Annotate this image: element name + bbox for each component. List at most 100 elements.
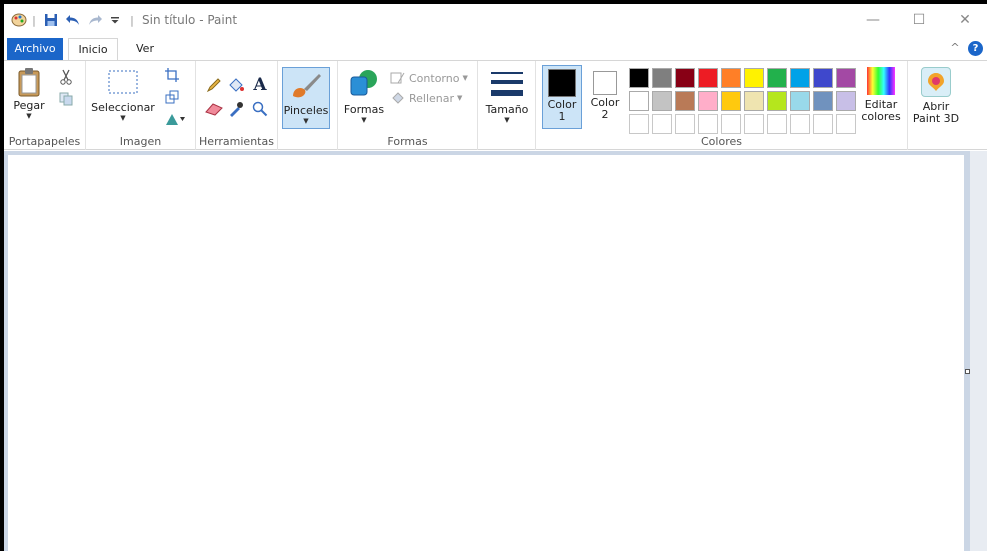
close-button[interactable]: ✕ bbox=[942, 4, 987, 36]
brush-icon bbox=[293, 74, 321, 98]
clipboard-group-label: Portapapeles bbox=[8, 135, 81, 148]
outline-label: Contorno bbox=[409, 71, 460, 85]
palette-color-swatch[interactable] bbox=[629, 68, 649, 88]
customize-quick-access-icon[interactable] bbox=[108, 12, 122, 28]
quick-access-separator: | bbox=[32, 13, 36, 27]
maximize-button[interactable]: ☐ bbox=[896, 4, 942, 36]
custom-color-slot[interactable] bbox=[652, 114, 672, 134]
edit-colors-label-2: colores bbox=[861, 110, 901, 123]
pencil-icon[interactable] bbox=[204, 75, 224, 95]
palette-color-swatch[interactable] bbox=[836, 91, 856, 111]
workspace bbox=[4, 151, 987, 551]
custom-color-slot[interactable] bbox=[675, 114, 695, 134]
brushes-dropdown-icon: ▼ bbox=[303, 117, 309, 125]
paste-dropdown-icon: ▼ bbox=[26, 112, 32, 120]
palette-color-swatch[interactable] bbox=[675, 91, 695, 111]
paint-app-icon[interactable] bbox=[10, 12, 28, 28]
ribbon: Pegar ▼ Portapapeles Seleccionar ▼ Image… bbox=[4, 60, 987, 150]
custom-color-slot[interactable] bbox=[813, 114, 833, 134]
palette-color-swatch[interactable] bbox=[767, 68, 787, 88]
fill-label: Rellenar bbox=[409, 91, 455, 105]
shapes-dropdown-icon: ▼ bbox=[361, 116, 367, 124]
drawing-canvas[interactable] bbox=[8, 155, 964, 551]
brushes-label: Pinceles bbox=[283, 104, 329, 117]
shapes-icon bbox=[350, 70, 377, 96]
text-tool-icon[interactable]: A bbox=[250, 75, 270, 95]
palette-color-swatch[interactable] bbox=[721, 91, 741, 111]
palette-color-swatch[interactable] bbox=[652, 91, 672, 111]
rotate-icon[interactable] bbox=[162, 109, 188, 129]
tab-inicio[interactable]: Inicio bbox=[68, 38, 118, 61]
color-palette bbox=[629, 68, 859, 134]
copy-icon[interactable] bbox=[56, 89, 76, 109]
tools-group-label: Herramientas bbox=[199, 135, 274, 148]
size-dropdown-icon: ▼ bbox=[504, 116, 510, 124]
palette-color-swatch[interactable] bbox=[744, 68, 764, 88]
paste-icon bbox=[18, 68, 40, 97]
colors-group-label: Colores bbox=[701, 135, 742, 148]
fill-button[interactable]: Rellenar ▼ bbox=[390, 91, 462, 105]
open-paint3d-label-2: Paint 3D bbox=[912, 112, 960, 125]
outline-button[interactable]: Contorno ▼ bbox=[390, 71, 468, 85]
custom-color-slot[interactable] bbox=[790, 114, 810, 134]
palette-color-swatch[interactable] bbox=[744, 91, 764, 111]
save-icon[interactable] bbox=[42, 12, 60, 28]
paint3d-group: Abrir Paint 3D bbox=[908, 61, 964, 150]
color1-button[interactable]: Color 1 bbox=[542, 65, 582, 129]
palette-color-swatch[interactable] bbox=[790, 91, 810, 111]
palette-color-swatch[interactable] bbox=[767, 91, 787, 111]
resize-icon[interactable] bbox=[162, 87, 182, 107]
palette-color-swatch[interactable] bbox=[698, 91, 718, 111]
collapse-ribbon-button[interactable]: ^ bbox=[948, 41, 962, 55]
custom-color-slot[interactable] bbox=[836, 114, 856, 134]
eraser-icon[interactable] bbox=[204, 99, 224, 119]
palette-color-swatch[interactable] bbox=[813, 91, 833, 111]
fill-bucket-icon[interactable] bbox=[226, 75, 246, 95]
shapes-button[interactable]: Formas ▼ bbox=[342, 69, 386, 124]
size-button[interactable]: Tamaño ▼ bbox=[482, 69, 532, 124]
ribbon-tabs: Archivo Inicio Ver ^ ? bbox=[4, 36, 987, 61]
color-picker-icon[interactable] bbox=[226, 99, 246, 119]
paint-window: | | Sin título - Paint — ☐ ✕ Archivo Ini… bbox=[4, 4, 987, 551]
cut-icon[interactable] bbox=[56, 67, 76, 87]
palette-color-swatch[interactable] bbox=[629, 91, 649, 111]
crop-icon[interactable] bbox=[162, 65, 182, 85]
undo-icon[interactable] bbox=[64, 12, 82, 28]
edit-colors-button[interactable]: Editar colores bbox=[858, 67, 904, 123]
brushes-group: Pinceles ▼ bbox=[278, 61, 338, 150]
outline-icon bbox=[390, 72, 405, 84]
image-group-label: Imagen bbox=[119, 135, 162, 148]
palette-color-swatch[interactable] bbox=[675, 68, 695, 88]
custom-color-slot[interactable] bbox=[698, 114, 718, 134]
help-icon[interactable]: ? bbox=[968, 41, 983, 56]
tab-ver[interactable]: Ver bbox=[120, 38, 170, 60]
select-label: Seleccionar bbox=[91, 101, 155, 114]
tab-archivo[interactable]: Archivo bbox=[7, 38, 63, 60]
palette-color-swatch[interactable] bbox=[698, 68, 718, 88]
size-label: Tamaño bbox=[485, 103, 529, 116]
palette-color-swatch[interactable] bbox=[721, 68, 741, 88]
window-title: Sin título - Paint bbox=[142, 13, 238, 27]
magnifier-icon[interactable] bbox=[250, 99, 270, 119]
palette-color-swatch[interactable] bbox=[790, 68, 810, 88]
vertical-scrollbar[interactable] bbox=[970, 151, 987, 551]
open-paint3d-button[interactable]: Abrir Paint 3D bbox=[910, 67, 962, 125]
clipboard-group: Pegar ▼ Portapapeles bbox=[4, 61, 86, 150]
palette-color-swatch[interactable] bbox=[652, 68, 672, 88]
brushes-button[interactable]: Pinceles ▼ bbox=[282, 67, 330, 129]
palette-color-swatch[interactable] bbox=[836, 68, 856, 88]
custom-color-slot[interactable] bbox=[744, 114, 764, 134]
paste-button[interactable]: Pegar ▼ bbox=[10, 67, 48, 120]
custom-color-slot[interactable] bbox=[721, 114, 741, 134]
custom-color-slot[interactable] bbox=[767, 114, 787, 134]
select-button[interactable]: Seleccionar ▼ bbox=[90, 69, 156, 122]
custom-color-slot[interactable] bbox=[629, 114, 649, 134]
color2-button[interactable]: Color 2 bbox=[586, 65, 624, 129]
minimize-button[interactable]: — bbox=[850, 4, 896, 36]
palette-color-swatch[interactable] bbox=[813, 68, 833, 88]
color2-number: 2 bbox=[601, 108, 609, 121]
select-icon bbox=[108, 70, 138, 94]
redo-icon[interactable] bbox=[86, 12, 104, 28]
colors-group: Color 1 Color 2 Editar colores Colores bbox=[536, 61, 908, 150]
paint3d-icon bbox=[921, 67, 951, 97]
